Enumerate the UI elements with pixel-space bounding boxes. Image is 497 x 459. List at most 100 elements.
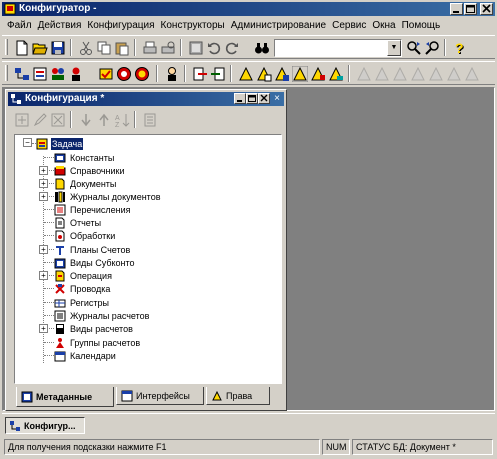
window-title: Конфигуратор - [19, 3, 97, 14]
enumeration-icon [54, 204, 66, 215]
menu-administration[interactable]: Администрирование [228, 18, 329, 34]
toolbar-grip[interactable] [5, 65, 8, 81]
menu-service[interactable]: Сервис [329, 18, 369, 34]
tab-rights[interactable]: Права [206, 387, 270, 405]
tab-interfaces[interactable]: Интерфейсы [116, 387, 204, 405]
move-up-icon[interactable] [96, 112, 112, 128]
tree-item-calculation-groups[interactable]: Группы расчетов [54, 336, 141, 349]
maximize-button[interactable] [464, 3, 477, 15]
check-config-icon[interactable] [98, 66, 114, 82]
add-icon[interactable] [14, 112, 30, 128]
interface-icon [121, 390, 133, 401]
rights-icon[interactable] [68, 66, 84, 82]
expand-toggle[interactable]: + [39, 271, 48, 280]
find-previous-icon[interactable] [424, 40, 440, 56]
expand-toggle[interactable]: + [39, 192, 48, 201]
tree-item-calculation-journals[interactable]: Журналы расчетов [54, 309, 150, 322]
redo-icon[interactable] [224, 40, 240, 56]
config-tree-icon [10, 420, 20, 431]
tree-item-processings[interactable]: Обработки [54, 229, 116, 242]
tree-item-document-journals[interactable]: Журналы документов [54, 190, 161, 203]
menu-windows[interactable]: Окна [369, 18, 398, 34]
constructor-print-icon[interactable] [328, 66, 344, 82]
constructor-catalog-icon[interactable] [274, 66, 290, 82]
close-button[interactable] [480, 3, 493, 15]
open-folder-icon[interactable] [32, 40, 48, 56]
tree-item-registers[interactable]: Регистры [54, 296, 110, 309]
expand-toggle[interactable]: + [39, 324, 48, 333]
help-icon[interactable]: ?? [452, 40, 468, 56]
taskbar-configuration-button[interactable]: Конфигур... [5, 417, 85, 434]
tree-item-calendars[interactable]: Календари [54, 349, 117, 362]
document-icon [55, 178, 65, 189]
tree-item-documents[interactable]: Документы [54, 177, 117, 190]
minimize-button[interactable] [234, 93, 246, 104]
import-icon[interactable] [192, 66, 208, 82]
sort-icon[interactable]: AZ [114, 112, 130, 128]
tree-item-catalogs[interactable]: Справочники [54, 164, 126, 177]
tree-item-charts-of-accounts[interactable]: Планы Счетов [54, 243, 131, 256]
expand-toggle[interactable]: + [39, 245, 48, 254]
chevron-down-icon[interactable]: ▼ [387, 40, 401, 56]
constructor-document-icon[interactable] [256, 66, 272, 82]
undo-icon[interactable] [206, 40, 222, 56]
paste-icon[interactable] [114, 40, 130, 56]
constructor-report-icon[interactable] [292, 66, 308, 82]
config-root-icon [36, 138, 48, 149]
expand-toggle[interactable]: + [39, 166, 48, 175]
constructor-disabled-icon [429, 66, 443, 81]
search-combo[interactable]: ▼ [274, 39, 402, 57]
edit-icon[interactable] [32, 112, 48, 128]
run-icon[interactable] [134, 66, 150, 82]
tree-item-enumerations[interactable]: Перечисления [54, 203, 132, 216]
expand-toggle[interactable]: + [39, 179, 48, 188]
minimize-button[interactable] [450, 3, 463, 15]
constructor-disabled-icon [447, 66, 461, 81]
module-icon[interactable] [32, 66, 48, 82]
menu-bar: Файл Действия Конфигурация Конструкторы … [2, 17, 495, 34]
config-tree-icon[interactable] [14, 66, 30, 82]
calendar-icon [54, 351, 66, 361]
cut-icon[interactable] [78, 40, 94, 56]
constructor-form-icon[interactable] [238, 66, 254, 82]
tree-item-reports[interactable]: Отчеты [54, 216, 102, 229]
users-icon[interactable] [50, 66, 66, 82]
configuration-toolbar: AZ [8, 109, 284, 131]
menu-help[interactable]: Помощь [399, 18, 444, 34]
tree-item-operation[interactable]: Операция [54, 269, 113, 282]
delete-icon[interactable] [50, 112, 66, 128]
calc-type-icon [56, 323, 64, 334]
menu-configuration[interactable]: Конфигурация [84, 18, 157, 34]
close-button[interactable] [258, 93, 270, 104]
new-document-icon[interactable] [14, 40, 30, 56]
find-next-icon[interactable] [406, 40, 422, 56]
menu-file[interactable]: Файл [4, 18, 35, 34]
export-icon[interactable] [210, 66, 226, 82]
tab-metadata[interactable]: Метаданные [16, 387, 114, 407]
toolbar-grip[interactable] [5, 39, 8, 55]
properties-icon[interactable] [142, 112, 158, 128]
print-preview-icon[interactable] [160, 40, 176, 56]
close-icon[interactable]: × [272, 93, 282, 105]
move-down-icon[interactable] [78, 112, 94, 128]
svg-text:A: A [115, 115, 120, 122]
collapse-root-toggle[interactable]: − [23, 138, 32, 147]
properties-icon[interactable] [188, 40, 204, 56]
metadata-tree[interactable]: − Задача Константы + Справочники + Докум… [14, 134, 282, 384]
copy-icon[interactable] [96, 40, 112, 56]
save-icon[interactable] [50, 40, 66, 56]
stop-icon[interactable] [116, 66, 132, 82]
tree-item-entry[interactable]: Проводка [54, 282, 111, 295]
binoculars-icon[interactable] [254, 40, 270, 56]
tree-item-calculation-types[interactable]: Виды расчетов [54, 322, 134, 335]
menu-designers[interactable]: Конструкторы [158, 18, 228, 34]
print-icon[interactable] [142, 40, 158, 56]
tree-item-constants[interactable]: Константы [54, 151, 115, 164]
menu-actions[interactable]: Действия [35, 18, 85, 34]
tree-item-subconto-types[interactable]: Виды Субконто [54, 256, 136, 269]
tree-root[interactable]: Задача [36, 137, 84, 150]
constructor-journal-icon[interactable] [310, 66, 326, 82]
configuration-title: Конфигурация * [25, 93, 105, 104]
user-icon[interactable] [164, 66, 180, 82]
restore-button[interactable] [246, 93, 258, 104]
